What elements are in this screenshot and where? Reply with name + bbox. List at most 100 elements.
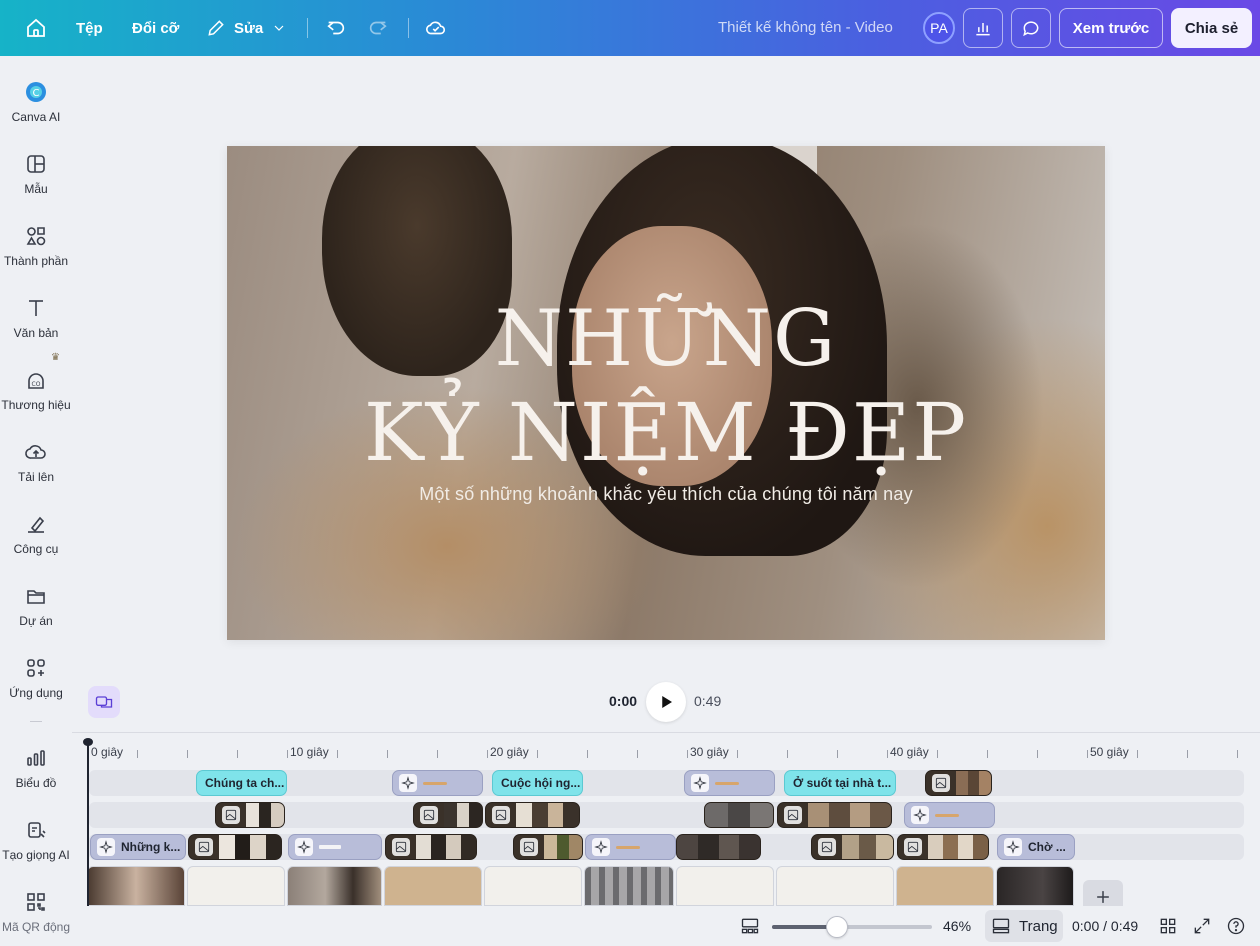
share-button[interactable]: Chia sẻ — [1171, 8, 1252, 48]
insights-button[interactable] — [963, 8, 1003, 48]
media-swap-icon — [95, 696, 113, 708]
text-clip[interactable]: Chúng ta ch... — [196, 770, 287, 796]
cloud-saved-icon[interactable] — [425, 0, 447, 56]
sidebar-item-text[interactable]: Văn bản — [0, 296, 72, 368]
scene-thumbnail[interactable] — [484, 866, 582, 906]
sidebar-item-charts[interactable]: Biểu đồ — [0, 746, 72, 818]
image-clip[interactable] — [676, 834, 761, 860]
animation-clip[interactable]: Những k... — [90, 834, 186, 860]
media-options-button[interactable] — [88, 686, 120, 718]
redo-icon[interactable] — [367, 0, 389, 56]
animation-clip[interactable] — [684, 770, 775, 796]
ruler-tick — [937, 750, 938, 758]
scene-thumbnail[interactable] — [996, 866, 1074, 906]
animation-clip[interactable] — [392, 770, 483, 796]
scene-thumbnail[interactable] — [776, 866, 894, 906]
timeline[interactable]: 0 giây 10 giây 20 giây 30 giây 40 giây 5… — [72, 732, 1260, 906]
timeline-track[interactable] — [89, 802, 1244, 828]
sidebar-item-label: Tải lên — [17, 470, 55, 484]
document-title[interactable]: Thiết kế không tên - Video — [718, 19, 893, 36]
image-clip[interactable] — [811, 834, 894, 860]
fullscreen-icon[interactable] — [1192, 916, 1212, 936]
image-clip[interactable] — [513, 834, 583, 860]
clip-photos — [808, 803, 891, 827]
ruler-label: 30 giây — [690, 745, 729, 759]
canva-ai-icon: C — [24, 80, 48, 104]
image-clip[interactable] — [704, 802, 774, 828]
image-icon — [392, 838, 410, 856]
scene-thumbnail[interactable] — [896, 866, 994, 906]
avatar[interactable]: PA — [923, 12, 955, 44]
animation-clip-label: Chờ ... — [1028, 840, 1066, 854]
current-time: 0:00 — [609, 693, 638, 709]
playhead[interactable] — [87, 740, 89, 906]
ruler-tick — [687, 750, 688, 758]
image-clip[interactable] — [777, 802, 892, 828]
clip-photos — [516, 803, 579, 827]
playhead-handle[interactable] — [83, 738, 93, 746]
undo-icon[interactable] — [325, 0, 347, 56]
animation-clip[interactable]: Chờ ... — [997, 834, 1075, 860]
templates-icon — [24, 152, 48, 176]
sidebar: C Canva AI Mẫu Thành phần Văn bản CO Thư… — [0, 56, 72, 946]
canvas-subtitle[interactable]: Một số những khoảnh khắc yêu thích của c… — [227, 484, 1105, 505]
grid-view-icon[interactable] — [1158, 916, 1178, 936]
sidebar-item-apps[interactable]: Ứng dụng — [0, 656, 72, 728]
edit-menu[interactable]: Sửa — [206, 0, 287, 56]
plus-icon — [1097, 891, 1109, 903]
sidebar-item-canva-ai[interactable]: C Canva AI — [0, 80, 72, 152]
image-clip[interactable] — [413, 802, 483, 828]
text-clip[interactable]: Ở suốt tại nhà t... — [784, 770, 896, 796]
canvas-title-line1[interactable]: NHỮNG — [227, 294, 1105, 384]
file-menu[interactable]: Tệp — [76, 0, 103, 56]
pages-button[interactable]: Trang — [985, 910, 1063, 942]
sidebar-item-qr-code[interactable]: Mã QR động — [0, 890, 72, 946]
ruler-label: 40 giây — [890, 745, 929, 759]
sidebar-item-upload[interactable]: Tải lên — [0, 440, 72, 512]
image-clip[interactable] — [215, 802, 285, 828]
image-clip[interactable] — [925, 770, 992, 796]
scene-thumbnail[interactable] — [384, 866, 482, 906]
play-button[interactable] — [646, 682, 686, 722]
clip-photos — [219, 835, 281, 859]
bottom-bar: 46% Trang 0:00 / 0:49 — [72, 906, 1260, 946]
sidebar-item-brand[interactable]: CO Thương hiệu ♛ — [0, 352, 72, 440]
clip-photos — [444, 803, 482, 827]
animation-clip-label: Những k... — [121, 840, 181, 854]
comments-button[interactable] — [1011, 8, 1051, 48]
image-clip[interactable] — [897, 834, 989, 860]
zoom-percentage[interactable]: 46% — [943, 918, 971, 934]
scene-thumbnail[interactable] — [87, 866, 185, 906]
scene-thumbnail[interactable] — [676, 866, 774, 906]
sidebar-item-elements[interactable]: Thành phần — [0, 224, 72, 296]
image-clip[interactable] — [485, 802, 580, 828]
animation-clip[interactable] — [904, 802, 995, 828]
design-canvas[interactable]: NHỮNG KỶ NIỆM ĐẸP Một số những khoảnh kh… — [227, 146, 1105, 640]
timeline-track[interactable]: Những k... Chờ ... — [89, 834, 1244, 860]
timeline-track[interactable]: Chúng ta ch... Cuộc hội ng... Ở suốt tại… — [89, 770, 1244, 796]
zoom-slider[interactable] — [772, 925, 932, 929]
scene-thumbnail[interactable] — [584, 866, 674, 906]
scene-thumbnail[interactable] — [287, 866, 382, 906]
sidebar-item-projects[interactable]: Dự án — [0, 584, 72, 656]
sidebar-item-tools[interactable]: Công cụ — [0, 512, 72, 584]
home-icon[interactable] — [24, 0, 48, 56]
sidebar-item-ai-voice[interactable]: Tạo giọng AI — [0, 818, 72, 890]
animation-clip[interactable] — [585, 834, 676, 860]
ruler-tick — [187, 750, 188, 758]
sidebar-item-templates[interactable]: Mẫu — [0, 152, 72, 224]
zoom-slider-handle[interactable] — [826, 916, 848, 938]
brand-icon: CO — [24, 368, 48, 392]
animation-clip[interactable] — [288, 834, 382, 860]
resize-menu[interactable]: Đổi cỡ — [132, 0, 179, 56]
timeline-toggle-icon[interactable] — [740, 916, 760, 936]
image-clip[interactable] — [385, 834, 477, 860]
preview-button[interactable]: Xem trước — [1059, 8, 1163, 48]
scene-thumbnail[interactable] — [187, 866, 285, 906]
help-icon[interactable] — [1226, 916, 1246, 936]
sidebar-item-label: Mẫu — [24, 182, 48, 196]
image-clip[interactable] — [188, 834, 282, 860]
text-clip[interactable]: Cuộc hội ng... — [492, 770, 583, 796]
canvas-title-line2[interactable]: KỶ NIỆM ĐẸP — [227, 386, 1105, 479]
clip-decoration — [616, 845, 640, 849]
